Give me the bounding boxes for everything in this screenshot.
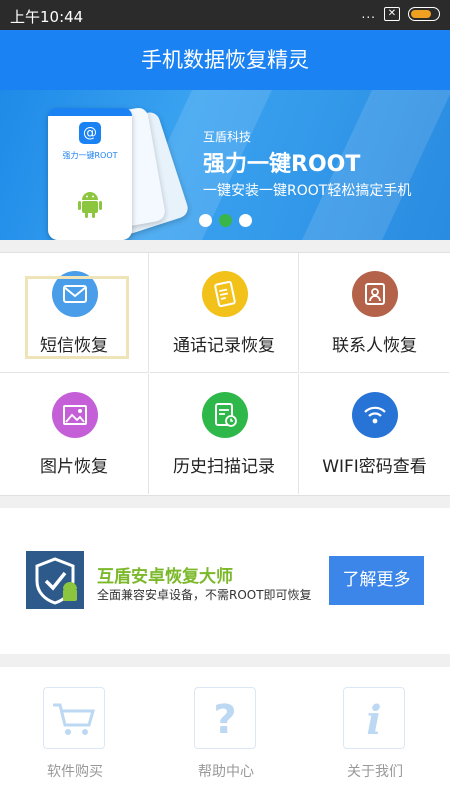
feature-grid: 短信恢复 通话记录恢复 联系人恢复 图片恢复 历史扫描记录 WIFI密码查看 — [0, 252, 450, 496]
contacts-recovery-label: 联系人恢复 — [332, 336, 417, 356]
banner-company: 互盾科技 — [203, 130, 252, 144]
scan-history-label: 历史扫描记录 — [173, 457, 275, 477]
call-log-recovery-button[interactable]: 通话记录恢复 — [150, 253, 299, 373]
about-us-label: 关于我们 — [347, 764, 403, 780]
wifi-icon — [352, 392, 398, 438]
wifi-password-button[interactable]: WIFI密码查看 — [300, 374, 449, 494]
svg-text:i: i — [366, 697, 381, 744]
android-robot-icon — [78, 192, 102, 218]
no-sim-icon: ✕ — [384, 7, 400, 21]
contacts-icon — [352, 271, 398, 317]
status-time: 上午10:44 — [10, 8, 84, 26]
photo-recovery-label: 图片恢复 — [40, 457, 108, 477]
banner-subline: 一键安装一键ROOT轻松搞定手机 — [203, 183, 412, 199]
carousel-indicator — [199, 214, 252, 227]
help-center-label: 帮助中心 — [198, 764, 254, 780]
phone-illustration: @ 强力一键ROOT — [48, 108, 132, 240]
recovery-master-ad: 互盾安卓恢复大师 全面兼容安卓设备，不需ROOT即可恢复 了解更多 — [0, 508, 450, 654]
status-bar: 上午10:44 ... ✕ — [0, 0, 450, 30]
learn-more-button[interactable]: 了解更多 — [329, 556, 424, 605]
selection-highlight — [25, 276, 129, 359]
shield-logo-icon — [26, 551, 84, 609]
sms-recovery-button[interactable]: 短信恢复 — [0, 253, 149, 373]
buy-software-button[interactable]: 软件购买 — [15, 687, 135, 787]
info-icon: i — [343, 687, 405, 749]
carousel-dot-active[interactable] — [219, 214, 232, 227]
carousel-dot[interactable] — [239, 214, 252, 227]
ad-title: 互盾安卓恢复大师 — [97, 567, 233, 587]
carousel-dot[interactable] — [199, 214, 212, 227]
call-log-icon — [202, 271, 248, 317]
image-icon — [52, 392, 98, 438]
history-scan-icon — [202, 392, 248, 438]
promo-banner[interactable]: @ 强力一键ROOT 互盾科技 强力一键ROOT 一键安装一键ROOT轻松搞定手… — [0, 90, 450, 240]
question-icon: ? — [194, 687, 256, 749]
scan-history-button[interactable]: 历史扫描记录 — [150, 374, 299, 494]
cart-icon — [43, 687, 105, 749]
photo-recovery-button[interactable]: 图片恢复 — [0, 374, 149, 494]
buy-software-label: 软件购买 — [47, 764, 103, 780]
call-log-recovery-label: 通话记录恢复 — [173, 336, 275, 356]
contacts-recovery-button[interactable]: 联系人恢复 — [300, 253, 449, 373]
ad-description: 全面兼容安卓设备，不需ROOT即可恢复 — [97, 588, 312, 602]
banner-headline: 强力一键ROOT — [203, 152, 361, 177]
help-center-button[interactable]: ? 帮助中心 — [166, 687, 286, 787]
wifi-password-label: WIFI密码查看 — [322, 457, 427, 477]
signal-dots-icon: ... — [361, 7, 376, 21]
battery-icon — [408, 7, 440, 21]
root-app-icon: @ — [79, 122, 101, 144]
svg-text:?: ? — [213, 697, 236, 743]
phone-label: 强力一键ROOT — [62, 151, 118, 160]
app-title: 手机数据恢复精灵 — [0, 30, 450, 90]
status-icons: ... ✕ — [362, 7, 440, 21]
bottom-nav: 软件购买 ? 帮助中心 i 关于我们 — [0, 667, 450, 800]
about-us-button[interactable]: i 关于我们 — [315, 687, 435, 787]
